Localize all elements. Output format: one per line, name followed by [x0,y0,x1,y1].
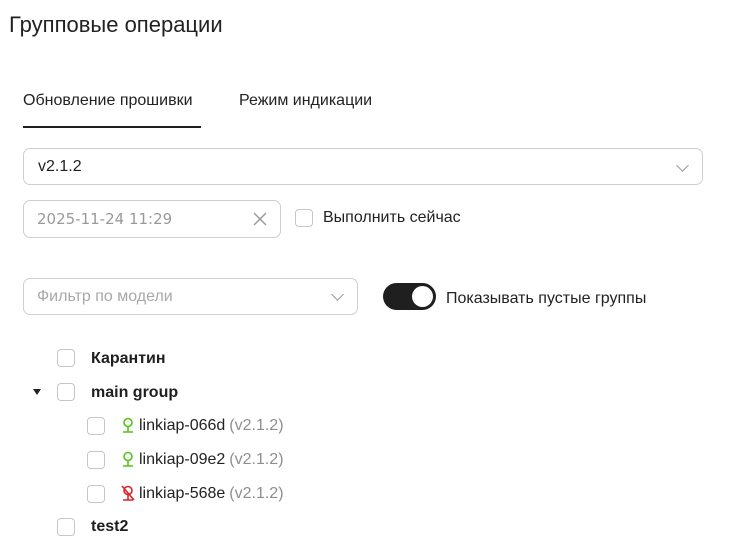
group-checkbox-main-group[interactable] [57,383,75,401]
device-version: (v2.1.2) [229,451,284,468]
device-item-066d[interactable]: linkiap-066d (v2.1.2) [120,417,284,435]
device-name: linkiap-09e2 [139,451,226,468]
caret-down-icon[interactable] [33,389,41,395]
network-online-icon [123,451,133,467]
group-checkbox-test2[interactable] [57,518,75,536]
group-checkbox-quarantine[interactable] [57,349,75,367]
device-name: linkiap-066d [139,417,226,434]
network-online-icon [123,417,133,433]
firmware-version-select[interactable]: v2.1.2 [23,148,703,185]
device-item-09e2[interactable]: linkiap-09e2 (v2.1.2) [120,451,284,469]
group-label-quarantine[interactable]: Карантин [91,350,166,368]
device-version: (v2.1.2) [229,485,284,502]
group-label-test2[interactable]: test2 [91,518,128,536]
group-label-main-group[interactable]: main group [91,384,178,402]
close-icon[interactable] [252,211,268,227]
show-empty-groups-toggle[interactable] [383,283,436,310]
device-item-568e[interactable]: linkiap-568e (v2.1.2) [120,485,284,503]
device-checkbox-066d[interactable] [87,417,105,435]
chevron-down-icon [331,288,344,301]
schedule-datetime-input[interactable] [37,210,237,228]
tab-bar: Обновление прошивки Режим индикации [23,88,705,128]
toggle-knob [412,286,433,307]
device-name: linkiap-568e [139,485,226,502]
page-title: Групповые операции [9,12,223,37]
network-offline-icon [121,485,135,501]
run-now-checkbox[interactable] [295,209,313,227]
device-checkbox-09e2[interactable] [87,451,105,469]
chevron-down-icon [676,159,689,172]
firmware-version-value: v2.1.2 [38,158,82,175]
model-filter-select[interactable] [23,278,358,315]
tab-firmware-update[interactable]: Обновление прошивки [23,88,201,128]
tab-indication-mode[interactable]: Режим индикации [239,88,372,128]
model-filter-input[interactable] [37,288,317,306]
device-version: (v2.1.2) [229,417,284,434]
show-empty-groups-label: Показывать пустые группы [446,290,647,307]
run-now-label: Выполнить сейчас [323,209,461,226]
device-checkbox-568e[interactable] [87,485,105,503]
schedule-datetime-field[interactable] [23,200,281,238]
